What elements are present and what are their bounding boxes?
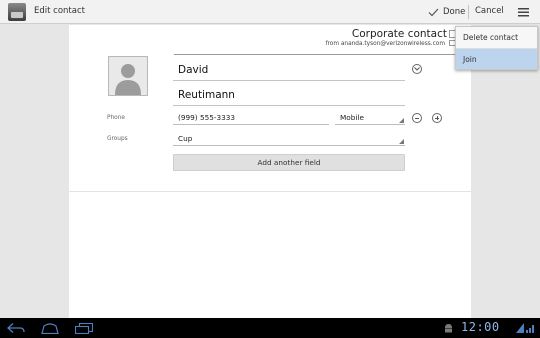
phone-value: (999) 555-3333 [178,113,236,122]
account-title: Corporate contact [351,28,447,40]
person-silhouette-icon [109,57,147,95]
wifi-icon [515,321,524,335]
overflow-menu-button[interactable] [510,3,536,21]
expand-name-button[interactable] [412,64,422,74]
menu-item-delete-contact[interactable]: Delete contact [456,27,537,48]
menu-item-join[interactable]: Join [456,48,537,69]
status-clock: 12:00 [461,320,500,334]
back-icon [7,323,25,333]
add-another-field-button[interactable]: Add another field [173,154,405,171]
android-debug-icon [442,321,454,335]
last-name-field[interactable]: Reutimann [173,85,405,106]
phone-input[interactable]: (999) 555-3333 [173,111,329,125]
phone-type-select[interactable]: Mobile [335,111,405,125]
groups-value: Cup [178,134,193,143]
phone-label: Phone [107,115,125,121]
first-name-field[interactable]: David [173,60,405,81]
first-name-value: David [178,64,209,76]
card-divider [69,191,471,192]
overflow-menu-icon [517,7,529,16]
last-name-value: Reutimann [178,89,235,101]
edit-contact-card: Corporate contact from ananda.tyson@veri… [69,25,471,318]
chevron-down-icon [414,67,420,71]
cancel-button[interactable]: Cancel [475,6,504,16]
contacts-app-icon[interactable] [8,3,26,21]
done-label: Done [443,7,466,17]
page-title: Edit contact [34,6,85,16]
signal-icon [526,321,536,335]
overflow-dropdown-menu: Delete contact Join [455,26,538,70]
add-phone-button[interactable] [432,113,442,123]
action-divider [468,5,469,19]
recent-apps-icon [75,322,93,334]
recent-apps-button[interactable] [74,321,94,335]
remove-phone-button[interactable] [412,113,422,123]
phone-type-value: Mobile [340,113,364,122]
checkmark-icon [428,8,439,16]
home-icon [41,322,59,334]
back-button[interactable] [6,321,26,335]
contact-photo[interactable] [108,56,148,96]
account-from: from ananda.tyson@verizonwireless.com [325,41,445,47]
action-bar: Edit contact Done Cancel [0,0,540,24]
groups-select[interactable]: Cup [173,132,405,146]
system-bar: 12:00 [0,318,540,338]
account-divider [174,54,470,55]
home-button[interactable] [40,321,60,335]
groups-label: Groups [107,136,128,142]
done-button[interactable]: Done [428,5,465,19]
